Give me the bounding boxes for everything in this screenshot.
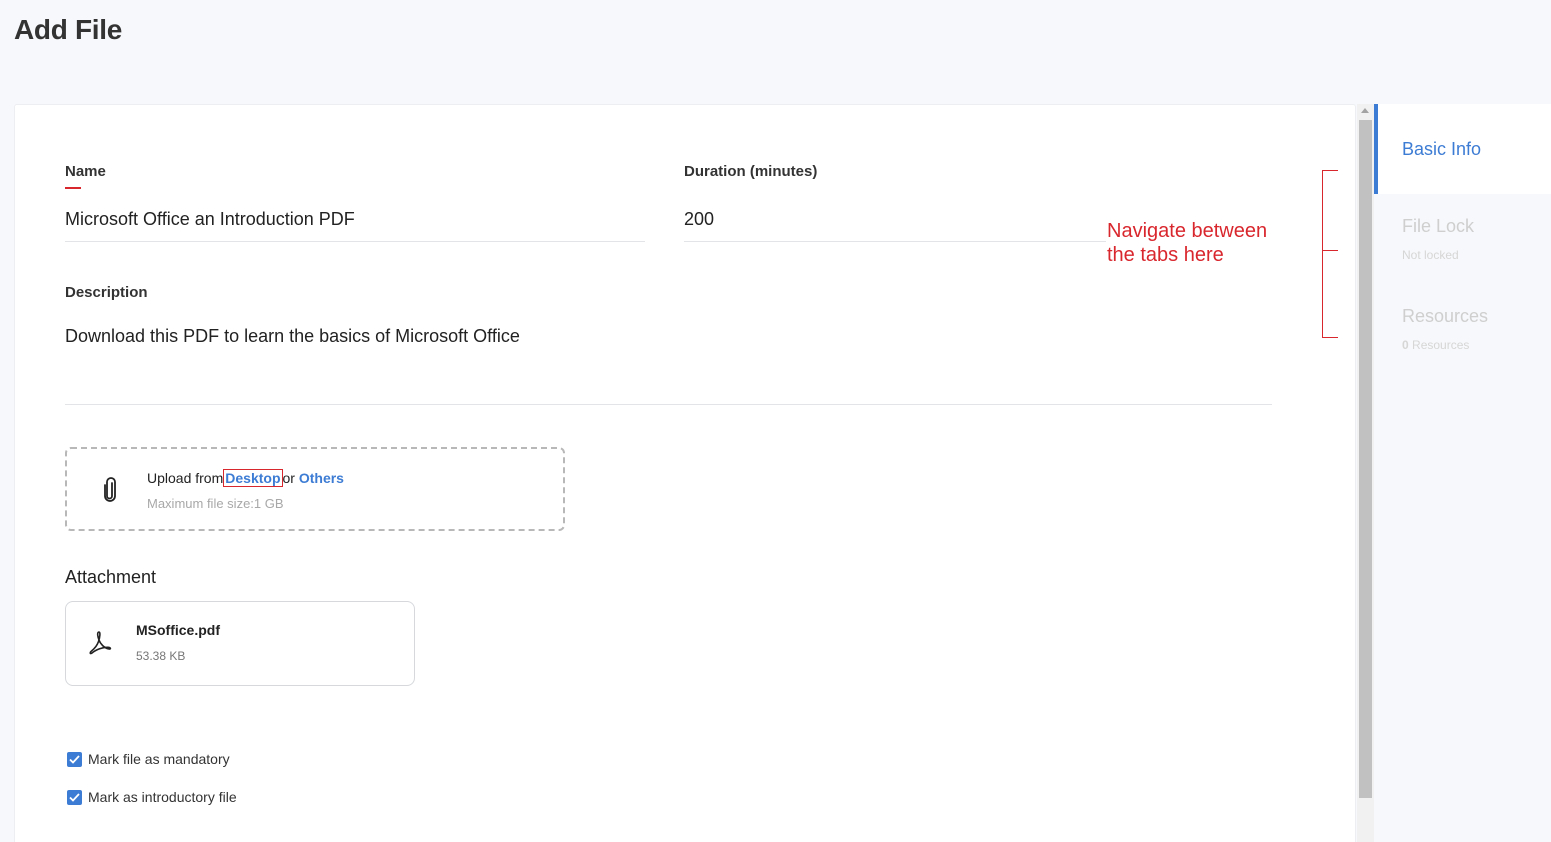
annotation-line-1: Navigate between bbox=[1107, 220, 1268, 242]
upload-text: Upload from Desktop or Others bbox=[147, 469, 344, 487]
scrollbar-thumb[interactable] bbox=[1359, 120, 1372, 798]
attachment-file-name: MSoffice.pdf bbox=[136, 622, 220, 638]
upload-desktop-link[interactable]: Desktop bbox=[223, 469, 283, 487]
annotation-callout: Navigate between the tabs here bbox=[1107, 219, 1267, 267]
checkmark-icon bbox=[69, 754, 80, 764]
tab-basic-info[interactable]: Basic Info bbox=[1374, 104, 1551, 194]
pdf-icon bbox=[89, 631, 112, 655]
description-underline bbox=[65, 404, 1272, 405]
annotation-bracket bbox=[1322, 170, 1338, 338]
attachment-title: Attachment bbox=[65, 567, 157, 587]
tab-resources-label: Resources bbox=[1402, 306, 1489, 326]
page-title: Add File bbox=[14, 14, 123, 45]
attachment-file-size: 53.38 KB bbox=[136, 649, 186, 663]
name-input[interactable]: Microsoft Office an Introduction PDF bbox=[65, 209, 355, 230]
tab-resources-count: 0 Resources bbox=[1402, 338, 1469, 352]
description-label: Description bbox=[65, 284, 148, 301]
side-tabs: Basic Info File Lock Not locked Resource… bbox=[1374, 104, 1551, 842]
name-label-underline bbox=[65, 187, 81, 189]
introductory-checkbox[interactable] bbox=[67, 789, 82, 805]
mandatory-checkbox[interactable] bbox=[67, 751, 82, 767]
tab-file-lock-label: File Lock bbox=[1402, 216, 1475, 236]
upload-prefix: Upload from bbox=[147, 470, 224, 486]
annotation-bracket-tick bbox=[1323, 250, 1338, 251]
name-label: Name bbox=[65, 163, 106, 180]
mandatory-option[interactable]: Mark file as mandatory bbox=[67, 751, 230, 767]
vertical-scrollbar[interactable] bbox=[1357, 104, 1374, 842]
scroll-up-arrow-icon[interactable] bbox=[1361, 108, 1369, 113]
duration-label: Duration (minutes) bbox=[684, 163, 818, 180]
upload-size-hint: Maximum file size:1 GB bbox=[147, 496, 284, 511]
duration-input-underline bbox=[684, 241, 1106, 242]
upload-dropzone[interactable]: Upload from Desktop or Others Maximum file… bbox=[65, 447, 565, 531]
name-input-underline bbox=[65, 241, 645, 242]
resources-count-text: Resources bbox=[1412, 338, 1470, 352]
tab-basic-info-label: Basic Info bbox=[1402, 139, 1482, 159]
upload-others-link[interactable]: Others bbox=[299, 470, 344, 486]
checkmark-icon bbox=[69, 792, 80, 802]
introductory-option[interactable]: Mark as introductory file bbox=[67, 789, 237, 805]
duration-input[interactable]: 200 bbox=[684, 209, 714, 230]
tab-file-lock-status: Not locked bbox=[1402, 248, 1459, 262]
annotation-line-2: the tabs here bbox=[1107, 244, 1224, 266]
upload-or: or bbox=[282, 470, 295, 486]
tab-resources[interactable]: Resources 0 Resources bbox=[1374, 284, 1551, 374]
description-input[interactable]: Download this PDF to learn the basics of… bbox=[65, 326, 520, 347]
paperclip-icon bbox=[104, 477, 116, 502]
tab-file-lock[interactable]: File Lock Not locked bbox=[1374, 194, 1551, 284]
form-panel: Name Microsoft Office an Introduction PD… bbox=[14, 104, 1356, 842]
mandatory-label: Mark file as mandatory bbox=[88, 751, 230, 767]
resources-count-value: 0 bbox=[1402, 338, 1409, 352]
attachment-card[interactable]: MSoffice.pdf 53.38 KB bbox=[65, 601, 415, 686]
introductory-label: Mark as introductory file bbox=[88, 789, 237, 805]
